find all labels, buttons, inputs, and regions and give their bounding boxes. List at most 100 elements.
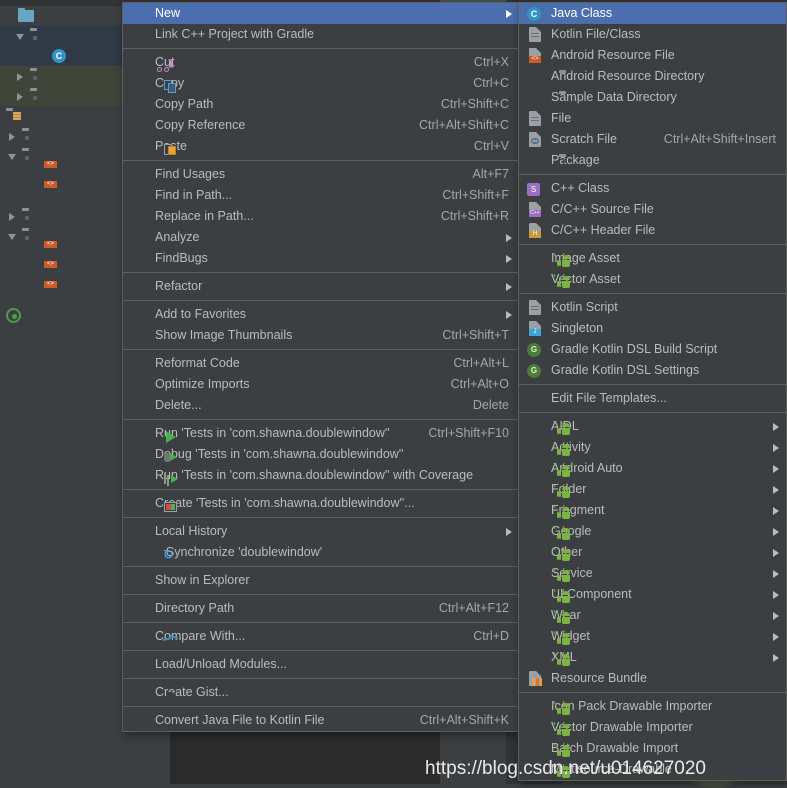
menu-item[interactable]: Copy Path Ctrl+Shift+C	[123, 94, 519, 115]
menu-item[interactable]: Android Resource Directory	[519, 66, 786, 87]
menu-item[interactable]: Wear	[519, 605, 786, 626]
menu-item-label: Replace in Path...	[155, 209, 254, 223]
menu-item[interactable]: Load/Unload Modules...	[123, 654, 519, 675]
menu-item[interactable]: Local History	[123, 521, 519, 542]
menu-separator	[519, 293, 786, 294]
menu-item[interactable]: Activity	[519, 437, 786, 458]
menu-item[interactable]: Fragment	[519, 500, 786, 521]
menu-item[interactable]: Convert Java File to Kotlin File Ctrl+Alt…	[123, 710, 519, 731]
menu-item[interactable]: Run 'Tests in 'com.shawna.doublewindow''…	[123, 423, 519, 444]
menu-item-shortcut: Ctrl+Alt+O	[450, 377, 509, 391]
menu-item[interactable]: S C++ Class	[519, 178, 786, 199]
menu-item[interactable]: G Gradle Kotlin DSL Settings	[519, 360, 786, 381]
menu-item[interactable]: Kotlin Script	[519, 297, 786, 318]
menu-item[interactable]: Package	[519, 150, 786, 171]
menu-item[interactable]: Scratch File Ctrl+Alt+Shift+Insert	[519, 129, 786, 150]
submenu-arrow-icon	[773, 633, 779, 641]
menu-item[interactable]: File	[519, 108, 786, 129]
menu-item[interactable]: Delete... Delete	[123, 395, 519, 416]
menu-item[interactable]: Directory Path Ctrl+Alt+F12	[123, 598, 519, 619]
menu-item[interactable]: AIDL	[519, 416, 786, 437]
menu-item[interactable]: ↻Synchronize 'doublewindow'	[123, 542, 519, 563]
menu-item[interactable]: Singleton	[519, 318, 786, 339]
menu-item[interactable]: Kotlin File/Class	[519, 24, 786, 45]
menu-item-label: Find Usages	[155, 167, 226, 181]
menu-item[interactable]: Refactor	[123, 276, 519, 297]
menu-separator	[519, 244, 786, 245]
menu-item[interactable]: Replace in Path... Ctrl+Shift+R	[123, 206, 519, 227]
chevron-down-icon[interactable]	[0, 106, 3, 126]
menu-item[interactable]: Paste Ctrl+V	[123, 136, 519, 157]
menu-item[interactable]: Android Auto	[519, 458, 786, 479]
watermark-url: https://blog.csdn.net/u014627020	[425, 758, 707, 779]
menu-item[interactable]: Vector Asset	[519, 269, 786, 290]
menu-item[interactable]: UI Component	[519, 584, 786, 605]
menu-item[interactable]: Android Resource File	[519, 45, 786, 66]
menu-item[interactable]: Service	[519, 563, 786, 584]
menu-item[interactable]: Create Gist...	[123, 682, 519, 703]
menu-item[interactable]: Image Asset	[519, 248, 786, 269]
menu-item[interactable]: Analyze	[123, 227, 519, 248]
menu-item-shortcut: Ctrl+V	[473, 139, 509, 153]
menu-item[interactable]: C Java Class	[519, 3, 786, 24]
submenu-arrow-icon	[773, 549, 779, 557]
menu-separator	[123, 48, 519, 49]
menu-item[interactable]: Copy Reference Ctrl+Alt+Shift+C	[123, 115, 519, 136]
kotlin-file-icon	[529, 27, 541, 42]
menu-item-label: Edit File Templates...	[551, 391, 667, 405]
chevron-right-icon[interactable]	[16, 66, 27, 86]
submenu-arrow-icon	[773, 444, 779, 452]
menu-separator	[123, 706, 519, 707]
menu-item-label: C++ Class	[551, 181, 610, 195]
kotlin-file-icon	[529, 300, 541, 315]
menu-item[interactable]: Show in Explorer	[123, 570, 519, 591]
menu-item[interactable]: Icon Pack Drawable Importer	[519, 696, 786, 717]
menu-item[interactable]: Compare With... Ctrl+D	[123, 626, 519, 647]
chevron-down-icon[interactable]	[8, 146, 19, 166]
menu-item[interactable]: Link C++ Project with Gradle	[123, 24, 519, 45]
new-submenu[interactable]: C Java Class Kotlin File/Class Android Reso…	[518, 2, 787, 781]
menu-item[interactable]: C/C++ Header File	[519, 220, 786, 241]
menu-item[interactable]: G Gradle Kotlin DSL Build Script	[519, 339, 786, 360]
menu-item[interactable]: Find Usages Alt+F7	[123, 164, 519, 185]
chevron-right-icon[interactable]	[8, 126, 19, 146]
menu-item[interactable]: Vector Drawable Importer	[519, 717, 786, 738]
menu-item[interactable]: Resource Bundle	[519, 668, 786, 689]
menu-item[interactable]: Folder	[519, 479, 786, 500]
menu-item-shortcut: Ctrl+Alt+Shift+K	[419, 713, 509, 727]
menu-item[interactable]: Edit File Templates...	[519, 388, 786, 409]
menu-item[interactable]: Widget	[519, 626, 786, 647]
submenu-arrow-icon	[773, 465, 779, 473]
menu-item[interactable]: Show Image Thumbnails Ctrl+Shift+T	[123, 325, 519, 346]
menu-item[interactable]: C/C++ Source File	[519, 199, 786, 220]
chevron-right-icon[interactable]	[8, 206, 19, 226]
menu-item[interactable]: Reformat Code Ctrl+Alt+L	[123, 353, 519, 374]
menu-item[interactable]: XML	[519, 647, 786, 668]
menu-item[interactable]: Sample Data Directory	[519, 87, 786, 108]
chevron-down-icon[interactable]	[8, 226, 19, 246]
menu-item[interactable]: FindBugs	[123, 248, 519, 269]
menu-item[interactable]: Debug 'Tests in 'com.shawna.doublewindow…	[123, 444, 519, 465]
submenu-arrow-icon	[506, 528, 512, 536]
menu-item[interactable]: Cut Ctrl+X	[123, 52, 519, 73]
menu-item[interactable]: Other	[519, 542, 786, 563]
cpp-source-icon	[529, 202, 541, 217]
menu-item[interactable]: Add to Favorites	[123, 304, 519, 325]
menu-item[interactable]: Find in Path... Ctrl+Shift+F	[123, 185, 519, 206]
menu-item-label: Reformat Code	[155, 356, 240, 370]
menu-item[interactable]: Run 'Tests in 'com.shawna.doublewindow''…	[123, 465, 519, 486]
chevron-right-icon[interactable]	[16, 86, 27, 106]
menu-item[interactable]: Copy Ctrl+C	[123, 73, 519, 94]
menu-item[interactable]: Batch Drawable Import	[519, 738, 786, 759]
submenu-arrow-icon	[506, 311, 512, 319]
menu-item-label: Find in Path...	[155, 188, 233, 202]
java-class-icon: C	[52, 49, 66, 63]
menu-item[interactable]: New	[123, 3, 519, 24]
menu-item[interactable]: Create 'Tests in 'com.shawna.doublewindo…	[123, 493, 519, 514]
menu-item[interactable]: Optimize Imports Ctrl+Alt+O	[123, 374, 519, 395]
menu-item-shortcut: Ctrl+Alt+Shift+C	[419, 118, 509, 132]
chevron-down-icon[interactable]	[16, 26, 27, 46]
menu-item-label: Java Class	[551, 6, 613, 20]
context-menu[interactable]: New Link C++ Project with Gradle Cut Ctrl+X…	[122, 2, 520, 732]
menu-item[interactable]: Google	[519, 521, 786, 542]
